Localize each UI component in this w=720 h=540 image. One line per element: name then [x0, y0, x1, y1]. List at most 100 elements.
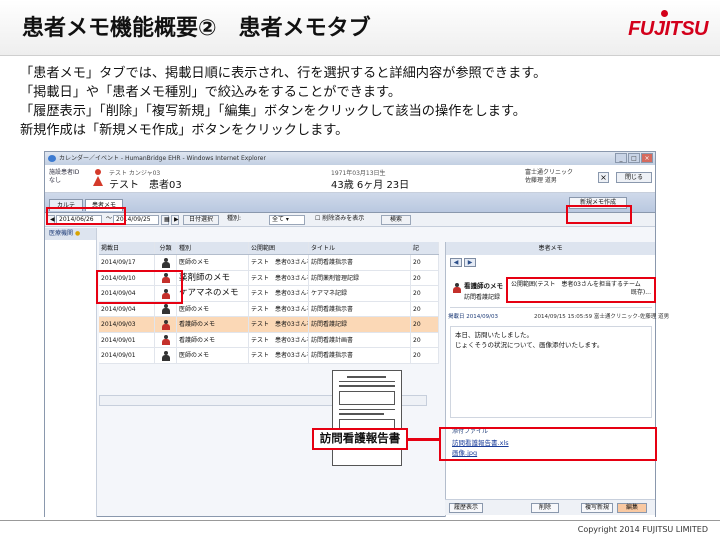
- intro-text: 「患者メモ」タブでは、掲載日順に表示され、行を選択すると詳細内容が参照できます。…: [20, 64, 710, 140]
- row-category: [155, 255, 177, 270]
- next-date-icon[interactable]: ▶: [171, 215, 179, 225]
- doctor-icon: [161, 350, 171, 362]
- intro-line: 新規作成は「新規メモ作成」ボタンをクリックします。: [20, 123, 349, 138]
- row-scope: テスト 患者03さんを: [249, 286, 309, 301]
- patient-icon: [93, 169, 103, 187]
- clinic-info: 富士通クリニック 佐藤理 道男: [525, 169, 574, 184]
- row-category: [155, 317, 177, 332]
- patient-age: 43歳 6ヶ月 23日: [331, 180, 410, 191]
- row-scope: テスト 患者03さんを: [249, 301, 309, 316]
- next-memo-icon[interactable]: ▶: [464, 258, 476, 267]
- row-last: 20: [411, 270, 439, 285]
- memo-title: 訪問看護記録: [464, 294, 501, 301]
- row-date: 2014/09/01: [99, 332, 155, 347]
- row-scope: テスト 患者03さんを: [249, 348, 309, 363]
- type-label: 種別:: [227, 215, 242, 222]
- row-last: 20: [411, 301, 439, 316]
- row-title: ケアマネ記録: [309, 286, 411, 301]
- fujitsu-logo: FUJITSU: [628, 10, 708, 41]
- col-date[interactable]: 掲載日: [99, 242, 155, 254]
- row-type: 看護師のメモ: [177, 317, 249, 332]
- ie-icon: [48, 155, 56, 162]
- row-type: 薬剤師のメモ: [177, 270, 249, 285]
- memo-date-row: 掲載日 2014/09/03 2014/09/15 15:05:59 富士通クリ…: [448, 312, 669, 320]
- table-row[interactable]: 2014/09/01 医師のメモ テスト 患者03さんを 訪問看護指示書 20: [99, 348, 439, 364]
- minimize-icon[interactable]: _: [615, 153, 627, 163]
- row-title: 訪問看護記録: [309, 317, 411, 332]
- doctor-icon: [161, 257, 171, 269]
- edit-button[interactable]: 編集: [617, 503, 647, 513]
- intro-line: 「患者メモ」タブでは、掲載日順に表示され、行を選択すると詳細内容が参照できます。: [20, 66, 547, 81]
- doctor-icon: [161, 303, 171, 315]
- prev-memo-icon[interactable]: ◀: [450, 258, 462, 267]
- callout-connector: [408, 438, 440, 441]
- row-type: 医師のメモ: [177, 348, 249, 363]
- table-row[interactable]: 2014/09/17 医師のメモ テスト 患者03さんを 訪問看護指示書 20: [99, 255, 439, 271]
- row-scope: テスト 患者03さんを: [249, 270, 309, 285]
- table-row[interactable]: 2014/09/01 看護師のメモ テスト 患者03さんを 訪問看護計画書 20: [99, 332, 439, 348]
- row-type: 医師のメモ: [177, 301, 249, 316]
- window-controls: _ □ ×: [615, 153, 653, 163]
- highlight-tab: [46, 207, 126, 225]
- highlight-new-memo: [566, 205, 632, 224]
- history-button[interactable]: 履歴表示: [449, 503, 483, 513]
- row-type: 看護師のメモ: [177, 332, 249, 347]
- search-button[interactable]: 検索: [381, 215, 411, 225]
- nurse-icon: [161, 319, 171, 331]
- intro-line: 「履歴表示」「削除」「複写新規」「編集」ボタンをクリックして該当の操作をします。: [20, 104, 526, 119]
- row-scope: テスト 患者03さんを: [249, 317, 309, 332]
- patient-id: 施設患者ID なし: [49, 169, 80, 184]
- patient-close-x-button[interactable]: ×: [598, 172, 609, 183]
- memo-posted: 掲載日 2014/09/03: [448, 314, 498, 320]
- col-type[interactable]: 種別: [177, 242, 249, 254]
- bulb-icon: ●: [74, 230, 81, 237]
- intro-line: 「掲載日」や「患者メモ種別」で絞込みをすることができます。: [20, 85, 402, 100]
- highlight-scope: [506, 277, 656, 303]
- row-category: [155, 348, 177, 363]
- row-last: 20: [411, 332, 439, 347]
- copy-new-button[interactable]: 複写新規: [581, 503, 613, 513]
- window-title: カレンダー／イベント - HumanBridge EHR - Windows I…: [59, 155, 266, 162]
- delete-button[interactable]: 削除: [531, 503, 559, 513]
- col-title[interactable]: タイトル: [309, 242, 411, 254]
- row-last: 20: [411, 255, 439, 270]
- memo-updated: 2014/09/15 15:05:59 富士通クリニック-佐藤理 道男: [534, 314, 670, 320]
- col-category[interactable]: 分類: [155, 242, 177, 254]
- logo-dot-icon: [661, 10, 669, 17]
- report-callout-label: 訪問看護報告書: [312, 428, 408, 450]
- row-last: 20: [411, 348, 439, 363]
- patient-name: テスト 患者03: [109, 180, 182, 191]
- row-title: 訪問看護指示書: [309, 348, 411, 363]
- nurse-icon: [452, 282, 462, 294]
- col-last[interactable]: 記: [411, 242, 439, 254]
- window-titlebar: カレンダー／イベント - HumanBridge EHR - Windows I…: [45, 152, 655, 165]
- maximize-icon[interactable]: □: [628, 153, 640, 163]
- close-icon[interactable]: ×: [641, 153, 653, 163]
- slide-title: 患者メモ機能概要② 患者メモタブ: [22, 16, 371, 41]
- panel-button-bar: 履歴表示 削除 複写新規 編集: [445, 499, 655, 515]
- tab-row: カルテ 患者メモ 新規メモ作成: [45, 193, 655, 213]
- row-last: 20: [411, 286, 439, 301]
- type-select[interactable]: 全て ▾: [269, 215, 305, 225]
- row-date: 2014/09/17: [99, 255, 155, 270]
- panel-header: 患者メモ: [446, 242, 655, 255]
- memo-body-line: 本日、訪問いたしました。: [455, 331, 533, 339]
- date-select-button[interactable]: 日付選択: [183, 215, 219, 225]
- row-type: ケアマネのメモ: [177, 286, 249, 301]
- table-header: 掲載日 分類 種別 公開範囲 タイトル 記: [99, 242, 439, 255]
- table-row-selected[interactable]: 2014/09/03 看護師のメモ テスト 患者03さんを 訪問看護記録 20: [99, 317, 439, 333]
- calendar-icon[interactable]: ▦: [161, 215, 170, 225]
- row-title: 訪問薬剤管理記録: [309, 270, 411, 285]
- memo-body-line: じょくそうの状況について、画像添付いたします。: [455, 341, 604, 349]
- highlight-attachments: [439, 427, 657, 461]
- col-scope[interactable]: 公開範囲: [249, 242, 309, 254]
- row-date: 2014/09/03: [99, 317, 155, 332]
- row-date: 2014/09/01: [99, 348, 155, 363]
- row-last: 20: [411, 317, 439, 332]
- row-category: [155, 332, 177, 347]
- show-deleted-checkbox[interactable]: ☐ 削除済みを表示: [313, 215, 366, 225]
- copyright: Copyright 2014 FUJITSU LIMITED: [577, 525, 708, 534]
- row-title: 訪問看護指示書: [309, 255, 411, 270]
- close-patient-button[interactable]: 閉じる: [616, 172, 652, 183]
- highlight-types: [96, 270, 183, 304]
